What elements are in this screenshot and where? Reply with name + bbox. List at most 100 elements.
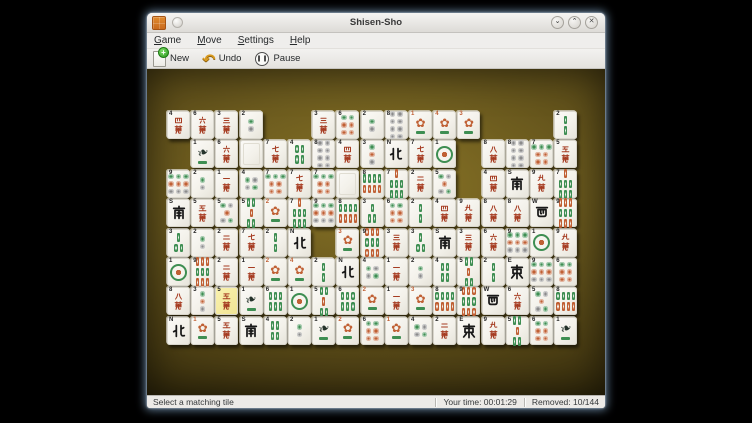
menu-settings[interactable]: Settings xyxy=(238,35,274,46)
tile-r7c15-character[interactable]: 6 xyxy=(506,287,529,315)
tile-r4c8-bamboo[interactable]: 8 xyxy=(336,199,359,227)
tile-r6c15-wind[interactable]: E xyxy=(506,258,529,286)
tile-r4c12-character[interactable]: 4 xyxy=(433,199,456,227)
tile-r7c4-bamboo-1-bird[interactable]: ❧1 xyxy=(240,287,263,315)
game-board[interactable]: 46323628✿1✿4✿32❧1674843N7188759214777872… xyxy=(147,69,605,395)
tile-r7c14-wind[interactable]: W xyxy=(482,287,505,315)
menu-help[interactable]: Help xyxy=(290,35,311,46)
tile-r8c5-bamboo[interactable]: 4 xyxy=(264,317,287,345)
tile-r8c12-character[interactable]: 2 xyxy=(433,317,456,345)
tile-r3c16-character[interactable]: 9 xyxy=(530,170,553,198)
tile-r2c4-white-dragon[interactable] xyxy=(240,140,263,168)
tile-r1c1-character[interactable]: 4 xyxy=(167,111,190,139)
tile-r5c14-character[interactable]: 6 xyxy=(482,229,505,257)
tile-r5c13-character[interactable]: 3 xyxy=(457,229,480,257)
tile-r2c9-dot[interactable]: 3 xyxy=(361,140,384,168)
tile-r2c7-dot[interactable]: 8 xyxy=(312,140,335,168)
tile-r7c13-bamboo[interactable]: 9 xyxy=(457,287,480,315)
tile-r7c17-bamboo[interactable]: 8 xyxy=(554,287,577,315)
tile-r5c2-dot[interactable]: 2 xyxy=(191,229,214,257)
tile-r7c8-bamboo[interactable]: 6 xyxy=(336,287,359,315)
tile-r3c4-dot[interactable]: 4 xyxy=(240,170,263,198)
tile-r2c10-wind[interactable]: N xyxy=(385,140,408,168)
tile-r4c14-character[interactable]: 8 xyxy=(482,199,505,227)
tile-r1c11-flower[interactable]: ✿1 xyxy=(409,111,432,139)
tile-r7c7-bamboo[interactable]: 5 xyxy=(312,287,335,315)
tile-r6c1-dot[interactable]: 1 xyxy=(167,258,190,286)
tile-r8c15-bamboo[interactable]: 5 xyxy=(506,317,529,345)
tile-r6c10-character[interactable]: 1 xyxy=(385,258,408,286)
tile-r6c2-bamboo[interactable]: 9 xyxy=(191,258,214,286)
tile-r3c2-dot[interactable]: 2 xyxy=(191,170,214,198)
tile-r6c3-character[interactable]: 2 xyxy=(215,258,238,286)
tile-r3c17-bamboo[interactable]: 7 xyxy=(554,170,577,198)
tile-r6c13-bamboo[interactable]: 5 xyxy=(457,258,480,286)
tile-r2c2-bamboo-1-bird[interactable]: ❧1 xyxy=(191,140,214,168)
tile-r7c1-character[interactable]: 8 xyxy=(167,287,190,315)
tile-r3c7-dot[interactable]: 7 xyxy=(312,170,335,198)
tile-r4c16-wind[interactable]: W xyxy=(530,199,553,227)
tile-r8c2-flower[interactable]: ✿1 xyxy=(191,317,214,345)
maximize-button[interactable]: ⌃ xyxy=(568,16,581,29)
tile-r3c1-dot[interactable]: 9 xyxy=(167,170,190,198)
tile-r8c1-wind[interactable]: N xyxy=(167,317,190,345)
tile-r8c8-flower[interactable]: ✿2 xyxy=(336,317,359,345)
tile-r2c14-character[interactable]: 8 xyxy=(482,140,505,168)
title-bar[interactable]: Shisen-Sho ⌄ ⌃ ✕ xyxy=(147,13,605,33)
tile-r3c3-character[interactable]: 1 xyxy=(215,170,238,198)
pause-button[interactable]: ❚❚ Pause xyxy=(255,52,300,66)
tile-r5c3-character[interactable]: 2 xyxy=(215,229,238,257)
tile-r7c9-flower[interactable]: ✿2 xyxy=(361,287,384,315)
tile-r2c6-bamboo[interactable]: 4 xyxy=(288,140,311,168)
tile-r3c14-character[interactable]: 4 xyxy=(482,170,505,198)
tile-r8c14-character[interactable]: 9 xyxy=(482,317,505,345)
tile-r4c17-bamboo[interactable]: 9 xyxy=(554,199,577,227)
undo-button[interactable]: ↶ Undo xyxy=(203,53,241,65)
tile-r5c4-character[interactable]: 7 xyxy=(240,229,263,257)
tile-r1c3-character[interactable]: 3 xyxy=(215,111,238,139)
tile-r8c4-wind[interactable]: S xyxy=(240,317,263,345)
tile-r6c8-wind[interactable]: N xyxy=(336,258,359,286)
tile-r1c8-dot[interactable]: 6 xyxy=(336,111,359,139)
tile-r3c5-dot[interactable]: 7 xyxy=(264,170,287,198)
tile-r7c2-dot[interactable]: 3 xyxy=(191,287,214,315)
tile-r2c3-character[interactable]: 6 xyxy=(215,140,238,168)
tile-r7c12-bamboo[interactable]: 8 xyxy=(433,287,456,315)
tile-r1c2-character[interactable]: 6 xyxy=(191,111,214,139)
tile-r5c10-character[interactable]: 3 xyxy=(385,229,408,257)
tile-r4c5-flower[interactable]: ✿2 xyxy=(264,199,287,227)
tile-r7c16-dot[interactable]: 5 xyxy=(530,287,553,315)
minimize-button[interactable]: ⌄ xyxy=(551,16,564,29)
tile-r5c6-wind[interactable]: N xyxy=(288,229,311,257)
tile-r4c1-wind[interactable]: S xyxy=(167,199,190,227)
tile-r5c11-bamboo[interactable]: 3 xyxy=(409,229,432,257)
tile-r2c8-character[interactable]: 4 xyxy=(336,140,359,168)
tile-r1c12-flower[interactable]: ✿4 xyxy=(433,111,456,139)
tile-r8c9-dot[interactable]: 6 xyxy=(361,317,384,345)
tile-r4c2-character[interactable]: 5 xyxy=(191,199,214,227)
tile-r6c12-bamboo[interactable]: 4 xyxy=(433,258,456,286)
tile-r3c9-bamboo[interactable]: 8 xyxy=(361,170,384,198)
tile-r2c11-character[interactable]: 7 xyxy=(409,140,432,168)
tile-r3c11-character[interactable]: 2 xyxy=(409,170,432,198)
tile-r4c11-bamboo[interactable]: 2 xyxy=(409,199,432,227)
tile-r1c10-dot[interactable]: 8 xyxy=(385,111,408,139)
tile-r7c11-flower[interactable]: ✿3 xyxy=(409,287,432,315)
tile-r8c16-dot[interactable]: 6 xyxy=(530,317,553,345)
tile-r3c15-wind[interactable]: S xyxy=(506,170,529,198)
tile-r7c10-character[interactable]: 1 xyxy=(385,287,408,315)
tile-r5c15-dot[interactable]: 9 xyxy=(506,229,529,257)
tile-r5c17-character[interactable]: 9 xyxy=(554,229,577,257)
tile-r7c5-bamboo[interactable]: 6 xyxy=(264,287,287,315)
tile-r6c17-dot[interactable]: 6 xyxy=(554,258,577,286)
tile-r2c17-character[interactable]: 5 xyxy=(554,140,577,168)
menu-game[interactable]: Game xyxy=(154,35,181,46)
tile-r6c16-dot[interactable]: 9 xyxy=(530,258,553,286)
tile-r4c9-bamboo[interactable]: 3 xyxy=(361,199,384,227)
tile-r8c17-bamboo-1-bird[interactable]: ❧1 xyxy=(554,317,577,345)
tile-r4c3-dot[interactable]: 5 xyxy=(215,199,238,227)
tile-r6c7-bamboo[interactable]: 2 xyxy=(312,258,335,286)
tile-r4c15-character[interactable]: 8 xyxy=(506,199,529,227)
tile-r1c13-flower[interactable]: ✿3 xyxy=(457,111,480,139)
tile-r5c12-wind[interactable]: S xyxy=(433,229,456,257)
